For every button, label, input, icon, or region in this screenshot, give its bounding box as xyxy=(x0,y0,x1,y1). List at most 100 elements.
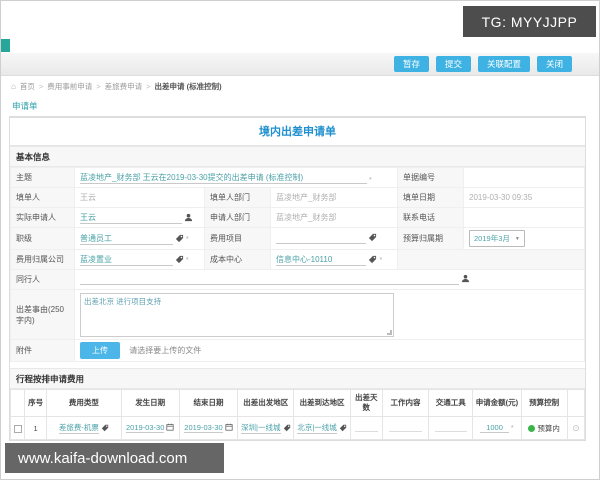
companion-cell xyxy=(74,269,585,290)
tag-select-icon[interactable] xyxy=(101,424,109,434)
cost-center-text: 信息中心-10110 xyxy=(276,254,333,264)
row-attachment: 附件 上传 请选择要上传的文件 xyxy=(10,339,585,362)
home-icon: ⌂ xyxy=(11,82,16,91)
tag-select-icon[interactable] xyxy=(368,233,377,244)
basic-info-table: 主题 蓝凌地产_财务部 王云在2019-03-30提交的出差申请 (标准控制) *… xyxy=(10,167,585,362)
expense-type-text: 差旅费-机票 xyxy=(58,423,99,432)
reason-textarea[interactable]: 出差北京 进行项目支持 xyxy=(80,292,395,337)
transport-input[interactable] xyxy=(434,423,467,432)
relation-config-button[interactable]: 关联配置 xyxy=(477,55,530,73)
expense-item-input[interactable] xyxy=(276,234,367,244)
expense-type-cell: 差旅费-机票 xyxy=(46,416,122,440)
select-all-header xyxy=(9,389,26,417)
action-toolbar: 暂存 提交 关联配置 关闭 xyxy=(1,53,599,76)
work-cell xyxy=(381,416,430,440)
row-subject: 主题 蓝凌地产_财务部 王云在2019-03-30提交的出差申请 (标准控制) *… xyxy=(10,167,585,188)
expense-type-input[interactable]: 差旅费-机票 xyxy=(58,422,99,434)
from-region-cell: 深圳|一线城 xyxy=(237,416,295,440)
row-company: 费用归属公司 蓝凌置业 * 成本中心 信息中心-10110 * xyxy=(10,249,585,270)
col-days: 出差天数 xyxy=(349,389,383,417)
breadcrumb-item-travel-expense[interactable]: 差旅费申请 xyxy=(105,81,143,92)
tag-select-icon[interactable] xyxy=(339,424,347,434)
breadcrumb-separator: > xyxy=(96,82,101,91)
upload-button[interactable]: 上传 xyxy=(80,342,120,359)
company-input[interactable]: 蓝凌置业 xyxy=(80,254,173,266)
breadcrumb-separator: > xyxy=(38,82,44,91)
empty-cell xyxy=(397,249,585,270)
required-asterisk: * xyxy=(185,257,189,265)
days-input[interactable] xyxy=(354,423,378,432)
col-transport: 交通工具 xyxy=(428,389,474,417)
cost-center-label: 成本中心 xyxy=(204,249,271,270)
amount-cell: 1000 * xyxy=(472,416,522,440)
start-date-text: 2019-03-30 xyxy=(126,423,165,432)
row-reason: 出差事由(250字内) 出差北京 进行项目支持 xyxy=(10,289,585,340)
from-region-input[interactable]: 深圳|一线城 xyxy=(241,422,281,434)
save-draft-button[interactable]: 暂存 xyxy=(393,55,429,73)
tag-select-icon[interactable] xyxy=(283,424,291,434)
tab-application-form[interactable]: 申请单 xyxy=(9,98,41,116)
watermark-site-text: www.kaifa-download.com xyxy=(18,449,188,467)
cost-center-input[interactable]: 信息中心-10110 xyxy=(276,254,367,266)
breadcrumb-separator: > xyxy=(146,82,151,91)
applicant-text: 王云 xyxy=(80,212,96,222)
to-region-cell: 北京|一线城 xyxy=(293,416,351,440)
calendar-icon[interactable] xyxy=(225,423,233,433)
fill-date-label: 填单日期 xyxy=(397,187,465,208)
subject-input[interactable]: 蓝凌地产_财务部 王云在2019-03-30提交的出差申请 (标准控制) xyxy=(80,172,368,184)
filler-dept-label: 填单人部门 xyxy=(204,187,271,208)
row-no: 1 xyxy=(24,416,48,440)
teal-chip xyxy=(1,39,10,52)
row-checkbox[interactable] xyxy=(13,424,22,433)
person-select-icon[interactable] xyxy=(461,274,470,285)
breadcrumb-home[interactable]: 首页 xyxy=(20,81,35,92)
upload-hint: 请选择要上传的文件 xyxy=(129,346,202,355)
close-button[interactable]: 关闭 xyxy=(536,55,572,73)
company-cell: 蓝凌置业 * xyxy=(74,249,205,270)
tag-select-icon[interactable] xyxy=(175,255,184,266)
reason-text: 出差北京 进行项目支持 xyxy=(84,296,162,306)
rank-input[interactable]: 普通员工 xyxy=(80,233,173,245)
to-region-text: 北京|一线城 xyxy=(297,423,337,432)
end-date-text: 2019-03-30 xyxy=(184,423,223,432)
required-asterisk: * xyxy=(369,176,372,184)
applicant-input[interactable]: 王云 xyxy=(80,212,183,224)
person-select-icon[interactable] xyxy=(184,213,193,224)
chevron-down-icon: ▼ xyxy=(514,235,520,242)
breadcrumb-item-pre-apply[interactable]: 费用事前申请 xyxy=(47,81,92,92)
to-region-input[interactable]: 北京|一线城 xyxy=(297,422,337,434)
row-filler: 填单人 王云 填单人部门 蓝凌地产_财务部 填单日期 2019-03-30 09… xyxy=(10,187,585,208)
col-budget: 预算控制 xyxy=(520,389,568,417)
subject-cell: 蓝凌地产_财务部 王云在2019-03-30提交的出差申请 (标准控制) * xyxy=(73,167,399,188)
tag-select-icon[interactable] xyxy=(368,255,377,266)
fill-date-value: 2019-03-30 09:35 xyxy=(469,193,533,202)
end-date-input[interactable]: 2019-03-30 xyxy=(184,423,223,433)
budget-period-select[interactable]: 2019年3月 ▼ xyxy=(469,230,525,247)
rank-cell: 普通员工 * xyxy=(74,227,205,250)
resize-handle-icon[interactable] xyxy=(387,329,393,335)
submit-button[interactable]: 提交 xyxy=(435,55,471,73)
tag-select-icon[interactable] xyxy=(175,234,184,245)
budget-period-cell: 2019年3月 ▼ xyxy=(463,227,585,250)
watermark-site: www.kaifa-download.com xyxy=(5,443,224,473)
doc-no-value xyxy=(463,167,585,188)
section-trip: 行程按排申请费用 xyxy=(10,368,585,389)
companion-input[interactable] xyxy=(80,275,460,285)
col-work: 工作内容 xyxy=(381,389,430,417)
rank-text: 普通员工 xyxy=(80,233,112,243)
start-date-input[interactable]: 2019-03-30 xyxy=(126,423,165,433)
watermark-tg: TG: MYYJJPP xyxy=(463,6,596,37)
trip-row: 1 差旅费-机票 2019-03-30 2019-03-30 深圳|一线城 北京… xyxy=(9,416,586,440)
phone-value[interactable] xyxy=(463,207,585,228)
calendar-icon[interactable] xyxy=(166,423,174,433)
amount-input[interactable]: 1000 xyxy=(480,423,509,433)
budget-status-cell: 预算内 xyxy=(520,416,568,440)
doc-no-label: 单据编号 xyxy=(397,167,465,188)
subject-label: 主题 xyxy=(10,167,75,188)
reason-label: 出差事由(250字内) xyxy=(10,289,75,340)
app-window: TG: MYYJJPP 暂存 提交 关联配置 关闭 ⌂ 首页 > 费用事前申请 … xyxy=(0,0,600,480)
budget-status-text: 预算内 xyxy=(537,423,560,433)
work-input[interactable] xyxy=(388,423,423,432)
row-option-icon[interactable]: ⊙ xyxy=(572,423,580,433)
row-applicant: 实际申请人 王云 申请人部门 蓝凌地产_财务部 联系电话 xyxy=(10,207,585,228)
